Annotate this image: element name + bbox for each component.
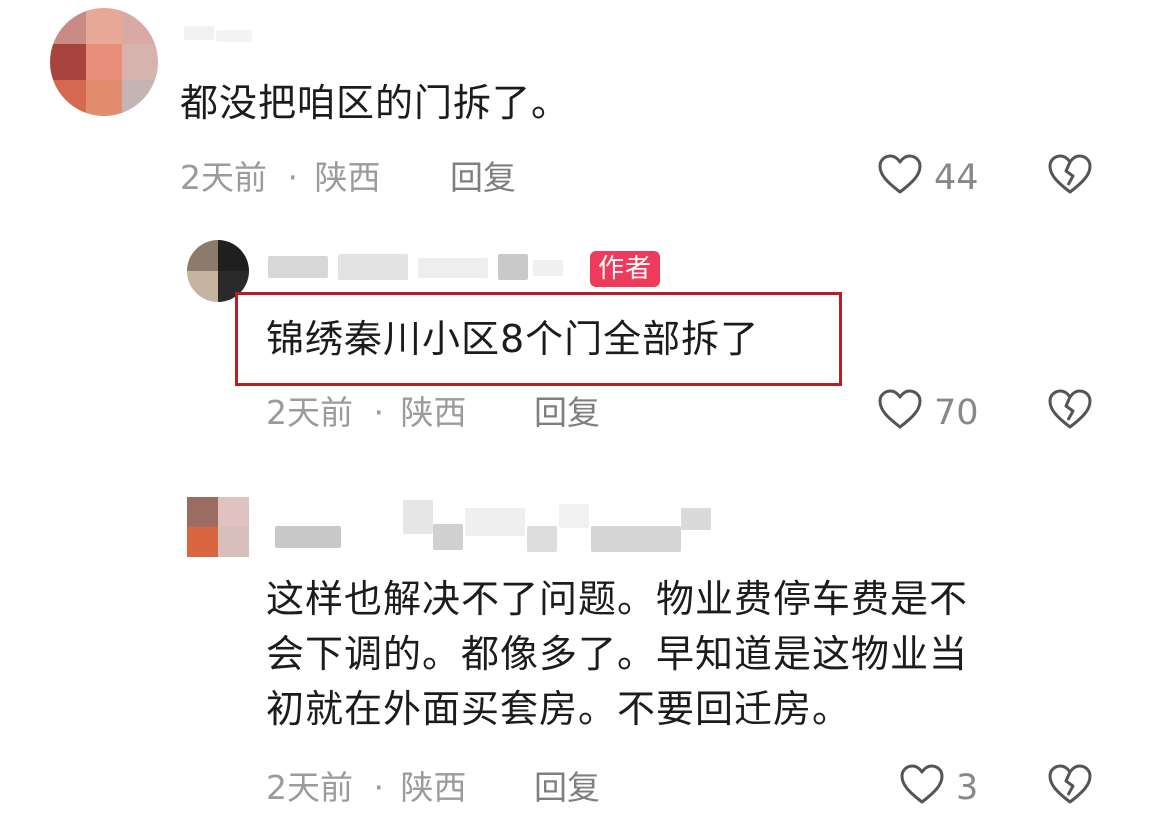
comment-meta: 2天前 · 陕西 xyxy=(266,768,467,808)
like-count: 70 xyxy=(934,393,979,433)
meta-separator: · xyxy=(373,393,385,432)
comment-text-line: 这样也解决不了问题。物业费停车费是不 xyxy=(266,577,969,621)
comment-text: 这样也解决不了问题。物业费停车费是不 会下调的。都像多了。早知道是这物业当 初就… xyxy=(266,572,968,737)
username-blurred[interactable] xyxy=(268,250,578,284)
heart-outline-icon[interactable] xyxy=(877,387,923,433)
username-blurred[interactable] xyxy=(275,500,715,558)
meta-separator: · xyxy=(287,158,299,197)
comment-meta: 2天前 · 陕西 xyxy=(266,393,467,433)
comment-time: 2天前 xyxy=(266,768,353,807)
comment-text: 锦绣秦川小区8个门全部拆了 xyxy=(266,317,760,361)
heart-outline-icon[interactable] xyxy=(877,152,923,198)
like-count: 44 xyxy=(934,158,979,198)
reply-button[interactable]: 回复 xyxy=(450,158,516,198)
comment-meta: 2天前 · 陕西 xyxy=(180,158,381,198)
comment-time: 2天前 xyxy=(266,393,353,432)
comment-location: 陕西 xyxy=(314,158,381,197)
comment-time: 2天前 xyxy=(180,158,267,197)
broken-heart-icon[interactable] xyxy=(1047,762,1093,808)
broken-heart-icon[interactable] xyxy=(1047,387,1093,433)
avatar[interactable] xyxy=(50,8,158,116)
reply-button[interactable]: 回复 xyxy=(534,768,600,808)
reply-button[interactable]: 回复 xyxy=(534,393,600,433)
comment-text-line: 会下调的。都像多了。早知道是这物业当 xyxy=(266,632,969,676)
comment-location: 陕西 xyxy=(400,393,467,432)
author-badge: 作者 xyxy=(590,251,661,287)
username-blurred[interactable] xyxy=(180,22,260,50)
broken-heart-icon[interactable] xyxy=(1047,152,1093,198)
comment-text: 都没把咱区的门拆了。 xyxy=(180,81,571,125)
avatar[interactable] xyxy=(187,497,249,557)
heart-outline-icon[interactable] xyxy=(899,762,945,808)
comment-text-line: 初就在外面买套房。不要回迁房。 xyxy=(266,687,852,731)
meta-separator: · xyxy=(373,768,385,807)
like-count: 3 xyxy=(956,768,979,808)
comment-location: 陕西 xyxy=(400,768,467,807)
